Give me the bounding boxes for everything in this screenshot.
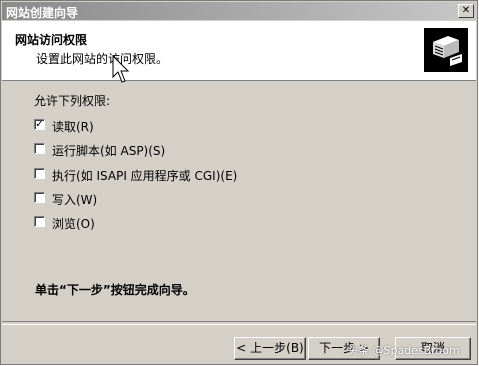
page-title: 网站访问权限 (15, 33, 88, 47)
footer-divider (2, 321, 476, 325)
page-subtitle: 设置此网站的访问权限。 (36, 52, 169, 66)
finish-instruction: 单击“下一步”按钮完成向导。 (35, 283, 195, 297)
window-title: 网站创建向导 (6, 6, 79, 20)
browse-label[interactable]: 浏览(O) (52, 215, 95, 232)
run-scripts-checkbox[interactable] (34, 143, 45, 154)
mouse-pointer-icon (112, 55, 130, 83)
wizard-dialog: 网站创建向导 ✕ 网站访问权限 设置此网站的访问权限。 允许下列权限: ✓ 读取… (0, 0, 478, 365)
browse-checkbox[interactable] (34, 216, 45, 227)
write-checkbox[interactable] (34, 192, 45, 203)
read-label[interactable]: 读取(R) (52, 118, 94, 135)
permissions-label: 允许下列权限: (34, 94, 111, 108)
execute-label[interactable]: 执行(如 ISAPI 应用程序或 CGI)(E) (52, 167, 237, 184)
wizard-header: 网站访问权限 设置此网站的访问权限。 (2, 21, 476, 81)
read-checkbox[interactable]: ✓ (34, 119, 45, 130)
back-button[interactable]: < 上一步(B) (234, 337, 306, 360)
wizard-book-icon (424, 28, 468, 72)
watermark: 头条 @SpadesBroom (347, 344, 460, 357)
close-button[interactable]: ✕ (458, 4, 474, 18)
run-scripts-label[interactable]: 运行脚本(如 ASP)(S) (52, 142, 165, 159)
write-label[interactable]: 写入(W) (52, 191, 97, 208)
title-bar[interactable]: 网站创建向导 ✕ (2, 2, 476, 20)
execute-checkbox[interactable] (34, 168, 45, 179)
